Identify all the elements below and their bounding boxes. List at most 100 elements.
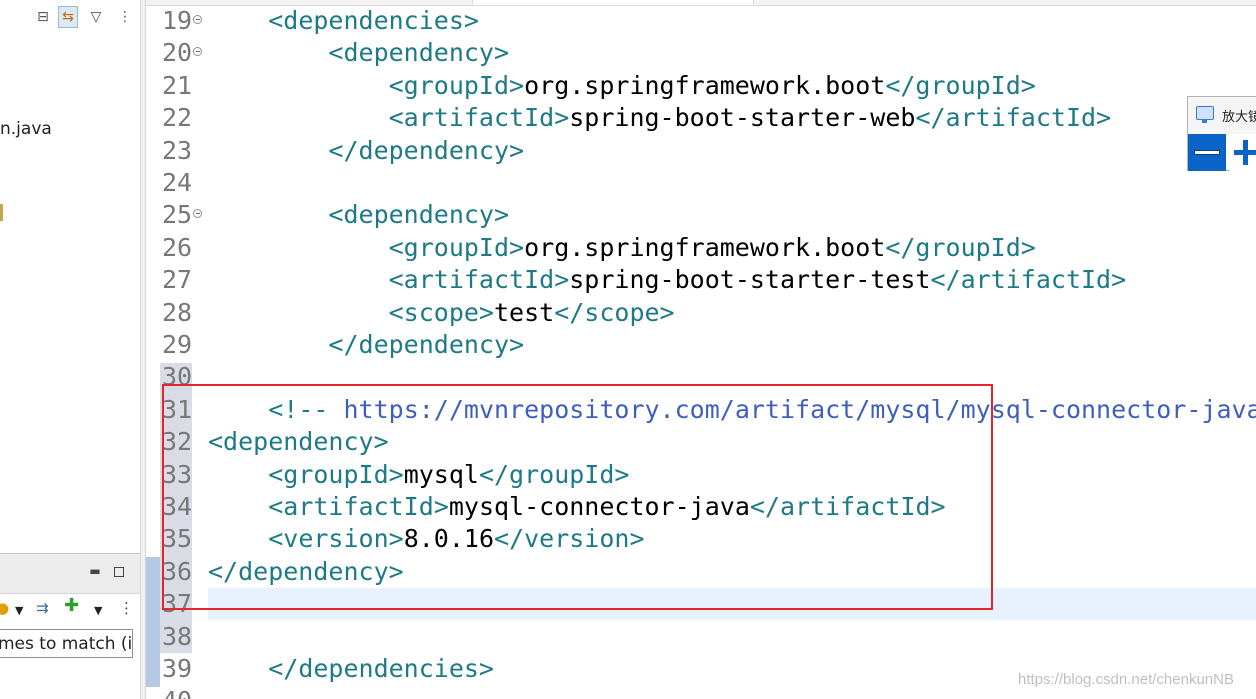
- code-line[interactable]: 26 <groupId>org.springframework.boot</gr…: [146, 232, 1256, 264]
- code-line[interactable]: 31 <!-- https://mvnrepository.com/artifa…: [146, 394, 1256, 426]
- code-line[interactable]: 36 </dependency>: [146, 556, 1256, 588]
- fold-toggle-icon[interactable]: [193, 15, 202, 24]
- xml-tag: </dependencies>: [268, 654, 494, 683]
- tag-value: 8.0.16: [403, 524, 494, 554]
- tag-value: org.springframework.boot: [524, 232, 886, 262]
- code-text[interactable]: <dependencies>: [208, 5, 479, 37]
- xml-tag: </artifactId>: [915, 103, 1112, 133]
- code-text[interactable]: <dependency>: [208, 199, 509, 231]
- code-text[interactable]: <groupId>mysql</groupId>: [208, 459, 629, 491]
- xml-tag: <!--: [268, 394, 344, 424]
- line-number: 40: [162, 685, 192, 699]
- xml-tag: <version>: [268, 524, 404, 554]
- code-line[interactable]: 22 <artifactId>spring-boot-starter-web</…: [146, 102, 1256, 134]
- code-text[interactable]: <artifactId>spring-boot-starter-web</art…: [208, 102, 1111, 134]
- line-number: 22: [162, 103, 193, 133]
- view-menu-icon[interactable]: ⋮: [115, 6, 135, 28]
- code-line[interactable]: 25 <dependency>: [146, 199, 1256, 231]
- explorer-toolbar: ⊟ ⇆ ▽ ⋮: [0, 0, 140, 34]
- line-number: 24: [162, 168, 193, 197]
- zoom-in-button[interactable]: [1230, 134, 1256, 171]
- code-line[interactable]: 23 </dependency>: [146, 135, 1256, 167]
- watermark-text: https://blog.csdn.net/chenkunNB: [1018, 671, 1234, 688]
- code-text[interactable]: <version>8.0.16</version>: [208, 523, 645, 555]
- comment-url: https://mvnrepository.com/artifact/mysql…: [343, 394, 1256, 424]
- code-line[interactable]: 35 <version>8.0.16</version>: [146, 523, 1256, 555]
- code-line[interactable]: 30: [146, 361, 1256, 393]
- magnifier-titlebar[interactable]: 放大镜: [1188, 97, 1256, 134]
- code-line[interactable]: 28 <scope>test</scope>: [146, 297, 1256, 329]
- code-line[interactable]: 24: [146, 167, 1256, 199]
- code-text[interactable]: <dependency>: [208, 426, 389, 458]
- filter-icon[interactable]: ▽: [86, 6, 106, 28]
- code-text[interactable]: <scope>test</scope>: [208, 297, 675, 329]
- xml-tag: <dependency>: [328, 200, 510, 230]
- line-number: 30: [162, 362, 193, 392]
- code-line[interactable]: 32 <dependency>: [146, 426, 1256, 458]
- code-line[interactable]: 38: [146, 621, 1256, 653]
- xml-tag: <dependency>: [208, 427, 389, 457]
- fold-toggle-icon[interactable]: [193, 209, 202, 219]
- package-explorer-panel: ⊟ ⇆ ▽ ⋮ n.java ▬ ● ▼ ⇉ ✚ ▼ ⋮: [0, 0, 140, 699]
- maximize-icon[interactable]: [114, 567, 124, 577]
- view-menu-icon[interactable]: ⋮: [119, 598, 134, 618]
- code-text[interactable]: <groupId>org.springframework.boot</group…: [208, 232, 1036, 264]
- add-icon[interactable]: ✚: [64, 596, 79, 616]
- xml-tag: <scope>: [388, 297, 494, 327]
- xml-tag: <groupId>: [388, 232, 525, 262]
- zoom-out-button[interactable]: [1188, 134, 1226, 171]
- collapse-all-icon[interactable]: ⊟: [33, 6, 53, 28]
- word-wrap-icon[interactable]: ⇉: [36, 598, 49, 618]
- outline-panel-header: ▬: [0, 553, 140, 594]
- xml-tag: </dependency>: [328, 330, 525, 359]
- code-line[interactable]: 37: [146, 588, 1256, 620]
- code-line[interactable]: 33 <groupId>mysql</groupId>: [146, 459, 1256, 491]
- link-with-editor-icon[interactable]: ⇆: [58, 6, 78, 28]
- tree-item-java-file[interactable]: n.java: [0, 119, 52, 139]
- tag-value: spring-boot-starter-test: [569, 265, 931, 295]
- filter-field[interactable]: [0, 629, 133, 658]
- code-text[interactable]: <dependency>: [208, 37, 509, 69]
- minimize-icon[interactable]: ▬: [88, 564, 102, 578]
- line-number: 32: [162, 427, 193, 457]
- code-text[interactable]: </dependency>: [208, 556, 404, 588]
- line-number: 27: [162, 265, 193, 295]
- code-line[interactable]: 21 <groupId>org.springframework.boot</gr…: [146, 70, 1256, 102]
- code-text[interactable]: </dependencies>: [208, 653, 494, 685]
- magnifier-window[interactable]: 放大镜: [1187, 96, 1256, 171]
- code-text[interactable]: </dependency>: [208, 329, 524, 361]
- code-line[interactable]: 20 <dependency>: [146, 37, 1256, 69]
- code-line[interactable]: 27 <artifactId>spring-boot-starter-test<…: [146, 264, 1256, 296]
- xml-tag: </version>: [494, 524, 645, 554]
- xml-tag: </dependency>: [208, 556, 404, 586]
- filter-input[interactable]: [0, 630, 132, 657]
- lightbulb-icon[interactable]: ●: [0, 598, 9, 618]
- line-number: 20: [162, 38, 193, 68]
- line-number: 31: [162, 394, 193, 424]
- line-number: 34: [162, 492, 193, 521]
- line-number: 23: [162, 135, 193, 165]
- line-number: 21: [162, 70, 193, 100]
- chevron-down-icon[interactable]: ▼: [94, 601, 102, 621]
- line-number: 33: [162, 459, 193, 489]
- xml-tag: </groupId>: [885, 232, 1036, 262]
- code-text[interactable]: <!-- https://mvnrepository.com/artifact/…: [208, 394, 1256, 426]
- code-text[interactable]: <groupId>org.springframework.boot</group…: [208, 70, 1036, 102]
- magnifier-app-icon: [1196, 106, 1214, 123]
- xml-editor[interactable]: 19 <dependencies> 20 <dependency> 21 <grou…: [146, 0, 1256, 699]
- code-line[interactable]: 29 </dependency>: [146, 329, 1256, 361]
- code-line[interactable]: 19 <dependencies>: [146, 5, 1256, 37]
- fold-toggle-icon[interactable]: [193, 47, 202, 57]
- code-line[interactable]: 34 <artifactId>mysql-connector-java</art…: [146, 491, 1256, 523]
- code-text[interactable]: <artifactId>spring-boot-starter-test</ar…: [208, 264, 1127, 296]
- chevron-down-icon[interactable]: ▼: [15, 601, 23, 621]
- code-text[interactable]: </dependency>: [208, 135, 524, 167]
- line-number: 26: [162, 232, 193, 262]
- code-text[interactable]: <artifactId>mysql-connector-java</artifa…: [208, 491, 945, 523]
